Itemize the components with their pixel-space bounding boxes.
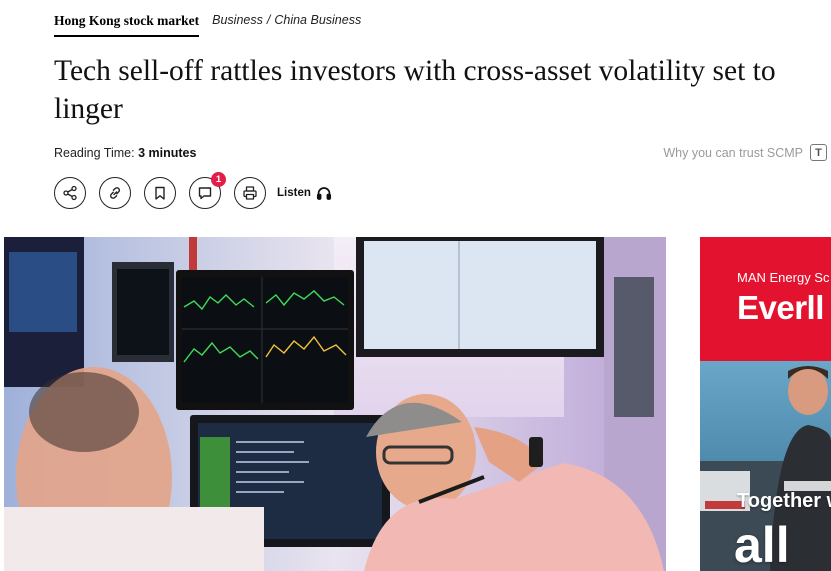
trader-at-screens-photo <box>4 237 666 571</box>
trust-link[interactable]: Why you can trust SCMP T <box>663 144 827 161</box>
reading-time-value: 3 minutes <box>138 146 197 160</box>
article-actions: 1 Listen <box>54 172 332 209</box>
print-icon <box>243 186 257 200</box>
copy-link-button[interactable] <box>99 177 131 209</box>
share-button[interactable] <box>54 177 86 209</box>
reading-time-label: Reading Time: <box>54 146 135 160</box>
reading-time: Reading Time: 3 minutes <box>54 146 196 160</box>
comments-button[interactable]: 1 <box>189 172 226 209</box>
breadcrumb-section[interactable]: Business <box>212 13 263 27</box>
listen-label[interactable]: Listen <box>277 187 311 199</box>
listen-button[interactable]: Listen <box>277 185 332 201</box>
article-headline: Tech sell-off rattles investors with cro… <box>54 55 776 125</box>
ad-headline-word: Everll <box>737 289 824 326</box>
hero-image[interactable] <box>4 237 666 571</box>
trust-label[interactable]: Why you can trust SCMP <box>663 146 803 160</box>
trust-badge-icon[interactable]: T <box>810 144 827 161</box>
topic-link[interactable]: Hong Kong stock market <box>54 12 200 37</box>
print-button[interactable] <box>234 177 266 209</box>
comment-icon <box>198 187 212 200</box>
ad-tagline: Together w <box>737 490 831 512</box>
breadcrumb: Business / China Business <box>212 12 361 29</box>
topic-row: Hong Kong stock market Business / China Bu… <box>54 12 361 37</box>
bookmark-icon <box>155 186 165 200</box>
share-icon <box>63 185 77 201</box>
breadcrumb-separator: / <box>266 13 271 27</box>
ad-brand: MAN Energy Sc <box>737 270 830 285</box>
bookmark-button[interactable] <box>144 177 176 209</box>
advertisement[interactable]: MAN Energy Sc Everll Together w all <box>700 237 831 571</box>
link-icon <box>110 187 120 199</box>
headphones-icon <box>316 187 331 200</box>
ad-big-word: all <box>734 517 790 571</box>
comment-count-badge: 1 <box>211 172 226 187</box>
breadcrumb-subsection[interactable]: China Business <box>274 13 361 27</box>
